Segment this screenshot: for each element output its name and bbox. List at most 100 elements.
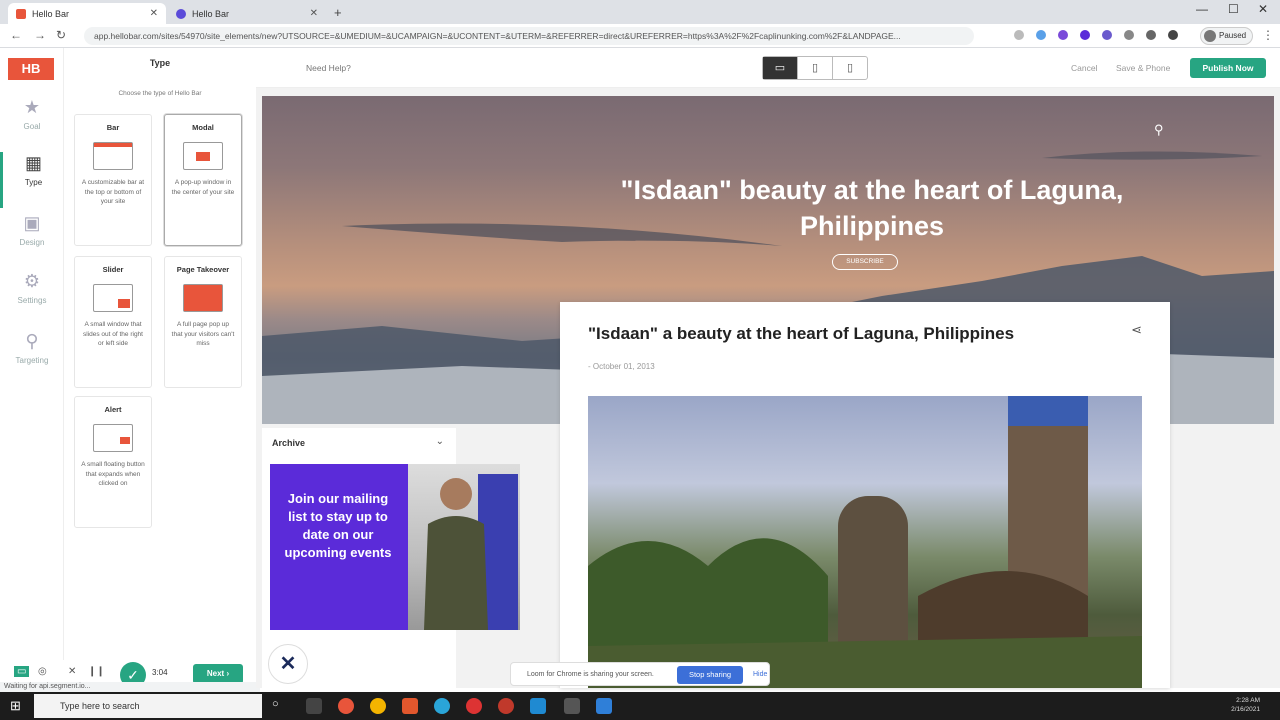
next-button[interactable]: Next › (193, 664, 243, 684)
mobile-icon[interactable]: ▯ (833, 57, 867, 79)
hero-title: "Isdaan" beauty at the heart of Laguna, … (620, 175, 1124, 241)
app-icon[interactable] (596, 698, 612, 714)
skype-icon[interactable] (530, 698, 546, 714)
chrome-icon[interactable] (370, 698, 386, 714)
extension-icon[interactable] (1036, 30, 1046, 40)
taskbar-search[interactable]: Type here to search (34, 694, 262, 718)
hide-button[interactable]: Hide (753, 671, 767, 678)
extension-icon[interactable] (1124, 30, 1134, 40)
hellobar-logo[interactable]: HB (8, 58, 54, 80)
task-view-icon[interactable]: ○ (272, 698, 288, 714)
subscribe-button[interactable]: SUBSCRIBE (832, 254, 898, 270)
chevron-down-icon[interactable]: ⌄ (436, 436, 444, 447)
publish-button[interactable]: Publish Now (1190, 58, 1266, 78)
close-tab-icon[interactable]: ✕ (310, 8, 318, 19)
design-icon: ▣ (23, 213, 41, 233)
close-tab-icon[interactable]: ✕ (150, 8, 158, 19)
modal-illustration-icon (183, 142, 223, 170)
type-card-alert[interactable]: Alert A small floating button that expan… (74, 396, 152, 528)
windows-start-icon[interactable]: ⊞ (10, 699, 24, 713)
takeover-illustration-icon (183, 284, 223, 312)
app-icon[interactable] (498, 698, 514, 714)
save-button[interactable]: Save & Phone (1116, 63, 1170, 73)
app-icon[interactable] (306, 698, 322, 714)
bar-illustration-icon (93, 142, 133, 170)
type-card-page-takeover[interactable]: Page Takeover A full page pop up that yo… (164, 256, 242, 388)
type-card-bar[interactable]: Bar A customizable bar at the top or bot… (74, 114, 152, 246)
url-field[interactable]: app.hellobar.com/sites/54970/site_elemen… (84, 27, 974, 45)
extension-icon[interactable] (1102, 30, 1112, 40)
share-icon[interactable]: ⋖ (1131, 322, 1142, 338)
layout-icon: ▦ (24, 153, 42, 173)
type-panel: Type Choose the type of Hello Bar Bar A … (64, 48, 256, 688)
rail-item-type[interactable]: ▦ Type (0, 152, 64, 208)
card-description: A small floating button that expands whe… (81, 461, 145, 487)
rail-item-design[interactable]: ▣ Design (0, 212, 64, 268)
avatar (1204, 30, 1216, 42)
rail-label: Settings (17, 296, 47, 305)
hellobar-favicon-icon (16, 8, 26, 19)
help-link[interactable]: Need Help? (306, 63, 351, 73)
settings-icon: ⚙ (23, 271, 41, 291)
target-icon: ⚲ (25, 331, 39, 351)
cancel-button[interactable]: Cancel (1071, 63, 1097, 73)
edge-icon[interactable] (434, 698, 450, 714)
rail-item-goal[interactable]: ★ Goal (0, 96, 64, 152)
rail-item-settings[interactable]: ⚙ Settings (0, 270, 64, 326)
tablet-icon[interactable]: ▯ (798, 57, 833, 79)
tab-title: Hello Bar (32, 8, 70, 19)
loom-message: Loom for Chrome is sharing your screen. (527, 671, 654, 678)
close-popup-button[interactable]: ✕ (268, 644, 308, 684)
browser-tab-1[interactable]: Hello Bar ✕ (8, 3, 166, 24)
card-description: A customizable bar at the top or bottom … (81, 179, 145, 205)
close-window-icon[interactable]: ✕ (1258, 2, 1268, 16)
new-tab-button[interactable]: + (334, 5, 342, 20)
alert-illustration-icon (93, 424, 133, 452)
browser-tab-bar: Hello Bar ✕ Hello Bar ✕ + — ☐ ✕ (0, 0, 1280, 24)
browser-status-text: Waiting for api.segment.io... (0, 682, 260, 692)
card-description: A pop-up window in the center of your si… (171, 179, 235, 196)
forward-icon[interactable]: → (34, 28, 46, 42)
browser-tab-2[interactable]: Hello Bar ✕ (168, 3, 326, 24)
search-icon[interactable]: ⚲ (1154, 122, 1164, 138)
card-description: A small window that slides out of the ri… (83, 321, 143, 347)
app-icon[interactable] (402, 698, 418, 714)
reload-icon[interactable]: ↻ (56, 28, 66, 42)
tab-title: Hello Bar (192, 8, 230, 19)
blog-post-card: "Isdaan" a beauty at the heart of Laguna… (560, 302, 1170, 688)
profile-button[interactable]: Paused (1200, 27, 1254, 45)
rail-label: Type (24, 178, 43, 187)
menu-dots-icon[interactable]: ⋮ (1262, 28, 1274, 42)
app-icon[interactable] (564, 698, 580, 714)
extension-icon[interactable] (1146, 30, 1156, 40)
type-card-modal[interactable]: Modal A pop-up window in the center of y… (164, 114, 242, 246)
back-icon[interactable]: ← (10, 28, 22, 42)
extension-icon[interactable] (1014, 30, 1024, 40)
camera-icon[interactable]: ▭ (14, 666, 30, 677)
recording-timer: 3:04 (152, 668, 168, 677)
maximize-icon[interactable]: ☐ (1228, 2, 1239, 16)
extension-icon[interactable] (1080, 30, 1090, 40)
post-title[interactable]: "Isdaan" a beauty at the heart of Laguna… (588, 324, 1014, 344)
card-title: Page Takeover (176, 265, 230, 274)
stop-sharing-button[interactable]: Stop sharing (677, 666, 743, 684)
firefox-icon[interactable] (338, 698, 354, 714)
type-card-slider[interactable]: Slider A small window that slides out of… (74, 256, 152, 388)
minimize-icon[interactable]: — (1196, 2, 1208, 16)
windows-taskbar: ⊞ Type here to search ○ 2:28 AM 2/16/202… (0, 692, 1280, 720)
rail-item-targeting[interactable]: ⚲ Targeting (0, 330, 64, 386)
post-image (588, 396, 1142, 688)
opera-icon[interactable] (466, 698, 482, 714)
rail-label: Targeting (15, 356, 49, 365)
desktop-icon[interactable]: ▭ (763, 57, 798, 79)
panel-title: Type (149, 58, 171, 68)
cancel-recording-icon[interactable]: ✕ (68, 666, 76, 677)
slider-illustration-icon (93, 284, 133, 312)
system-clock[interactable]: 2:28 AM 2/16/2021 (1200, 696, 1260, 714)
puzzle-icon[interactable] (1168, 30, 1178, 40)
editor-topbar: Need Help? ▭ ▯ ▯ Cancel Save & Phone Pub… (256, 48, 1280, 88)
pause-recording-icon[interactable]: ❙❙ (88, 666, 105, 677)
extension-icon[interactable] (1058, 30, 1068, 40)
modal-popup[interactable]: Join our mailing list to stay up to date… (270, 464, 520, 630)
pause-icon[interactable]: ◎ (38, 666, 47, 677)
